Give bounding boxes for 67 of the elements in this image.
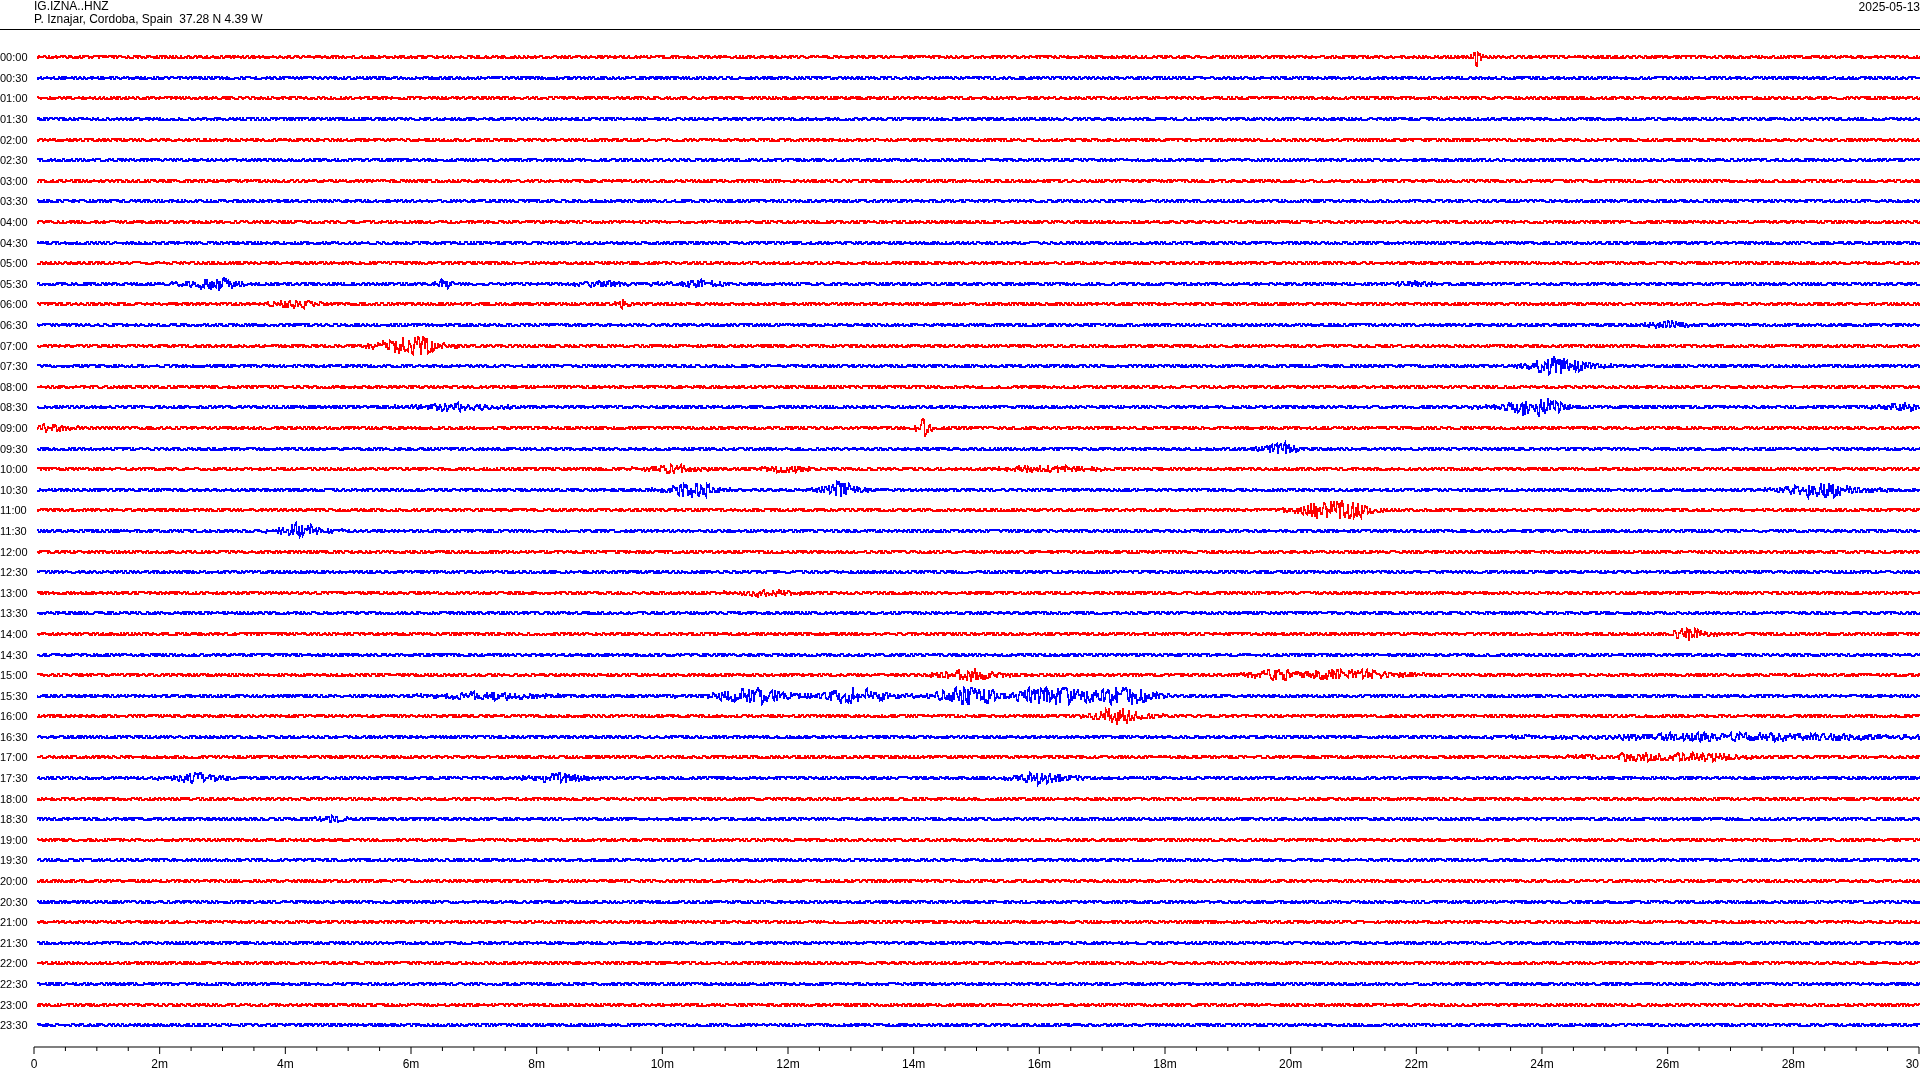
time-label: 20:30 [0,895,29,908]
station-location: P. Iznajar, Cordoba, Spain 37.28 N 4.39 W [34,13,263,26]
time-label: 23:00 [0,998,29,1011]
time-label: 21:00 [0,916,29,929]
time-label: 17:00 [0,751,29,764]
time-label: 08:00 [0,380,29,393]
date-label: 2025-05-13 [1858,0,1920,16]
time-label: 02:30 [0,154,29,167]
time-label: 04:00 [0,216,29,229]
time-label: 03:30 [0,195,29,208]
tick-label: 0 [30,1056,38,1071]
time-label: 03:00 [0,174,29,187]
time-label: 04:30 [0,236,29,249]
time-label: 16:30 [0,730,29,743]
time-label: 21:30 [0,936,29,949]
time-label: 00:30 [0,71,29,84]
tick-label: 4m [277,1056,294,1071]
time-label: 12:30 [0,566,29,579]
time-label: 09:00 [0,422,29,434]
tick-label: 2m [151,1056,168,1071]
time-label: 23:30 [0,1019,29,1032]
tick-label: 12m [776,1056,800,1071]
time-label: 06:30 [0,319,29,331]
tick-label: 16m [1027,1056,1051,1071]
time-label: 02:00 [0,133,29,146]
tick-label: 26m [1656,1056,1680,1071]
time-label: 16:00 [0,710,29,723]
time-label: 22:00 [0,957,29,970]
time-label: 10:00 [0,463,29,476]
time-label: 18:30 [0,813,29,826]
tick-label: 14m [902,1056,926,1071]
time-label: 06:00 [0,298,29,311]
time-label: 10:30 [0,483,29,496]
time-label: 19:30 [0,854,29,867]
tick-label: 10m [650,1056,674,1071]
time-label: 15:30 [0,689,29,702]
tick-label: 6m [402,1056,420,1071]
time-label: 20:00 [0,875,29,888]
time-label: 22:30 [0,978,29,990]
time-label: 13:30 [0,607,29,620]
time-label: 19:00 [0,833,29,846]
tick-label: 18m [1153,1056,1177,1071]
time-label: 01:30 [0,113,29,126]
time-label: 17:30 [0,772,29,785]
time-label: 01:00 [0,92,29,105]
time-label: 09:30 [0,442,29,455]
tick-label: 24m [1530,1056,1554,1071]
tick-label: 22m [1404,1056,1428,1071]
time-label: 18:00 [0,792,29,805]
tick-label: 28m [1781,1056,1805,1071]
time-label: 00:00 [0,51,29,64]
time-label: 05:00 [0,257,29,270]
tick-label: 30 [1905,1056,1919,1071]
time-label: 14:30 [0,648,29,661]
time-label: 07:30 [0,360,29,373]
time-label: 15:00 [0,669,29,682]
tick-label: 20m [1279,1056,1303,1071]
time-label: 11:30 [0,524,28,537]
time-label: 12:00 [0,545,29,558]
station-code: IG.IZNA..HNZ [34,0,110,13]
tick-label: 8m [528,1056,545,1071]
time-label: 13:00 [0,586,29,599]
time-label: 05:30 [0,277,29,290]
time-label: 07:00 [0,339,29,352]
time-label: 11:00 [0,504,28,517]
time-label: 14:00 [0,627,29,640]
time-label: 08:30 [0,401,29,414]
